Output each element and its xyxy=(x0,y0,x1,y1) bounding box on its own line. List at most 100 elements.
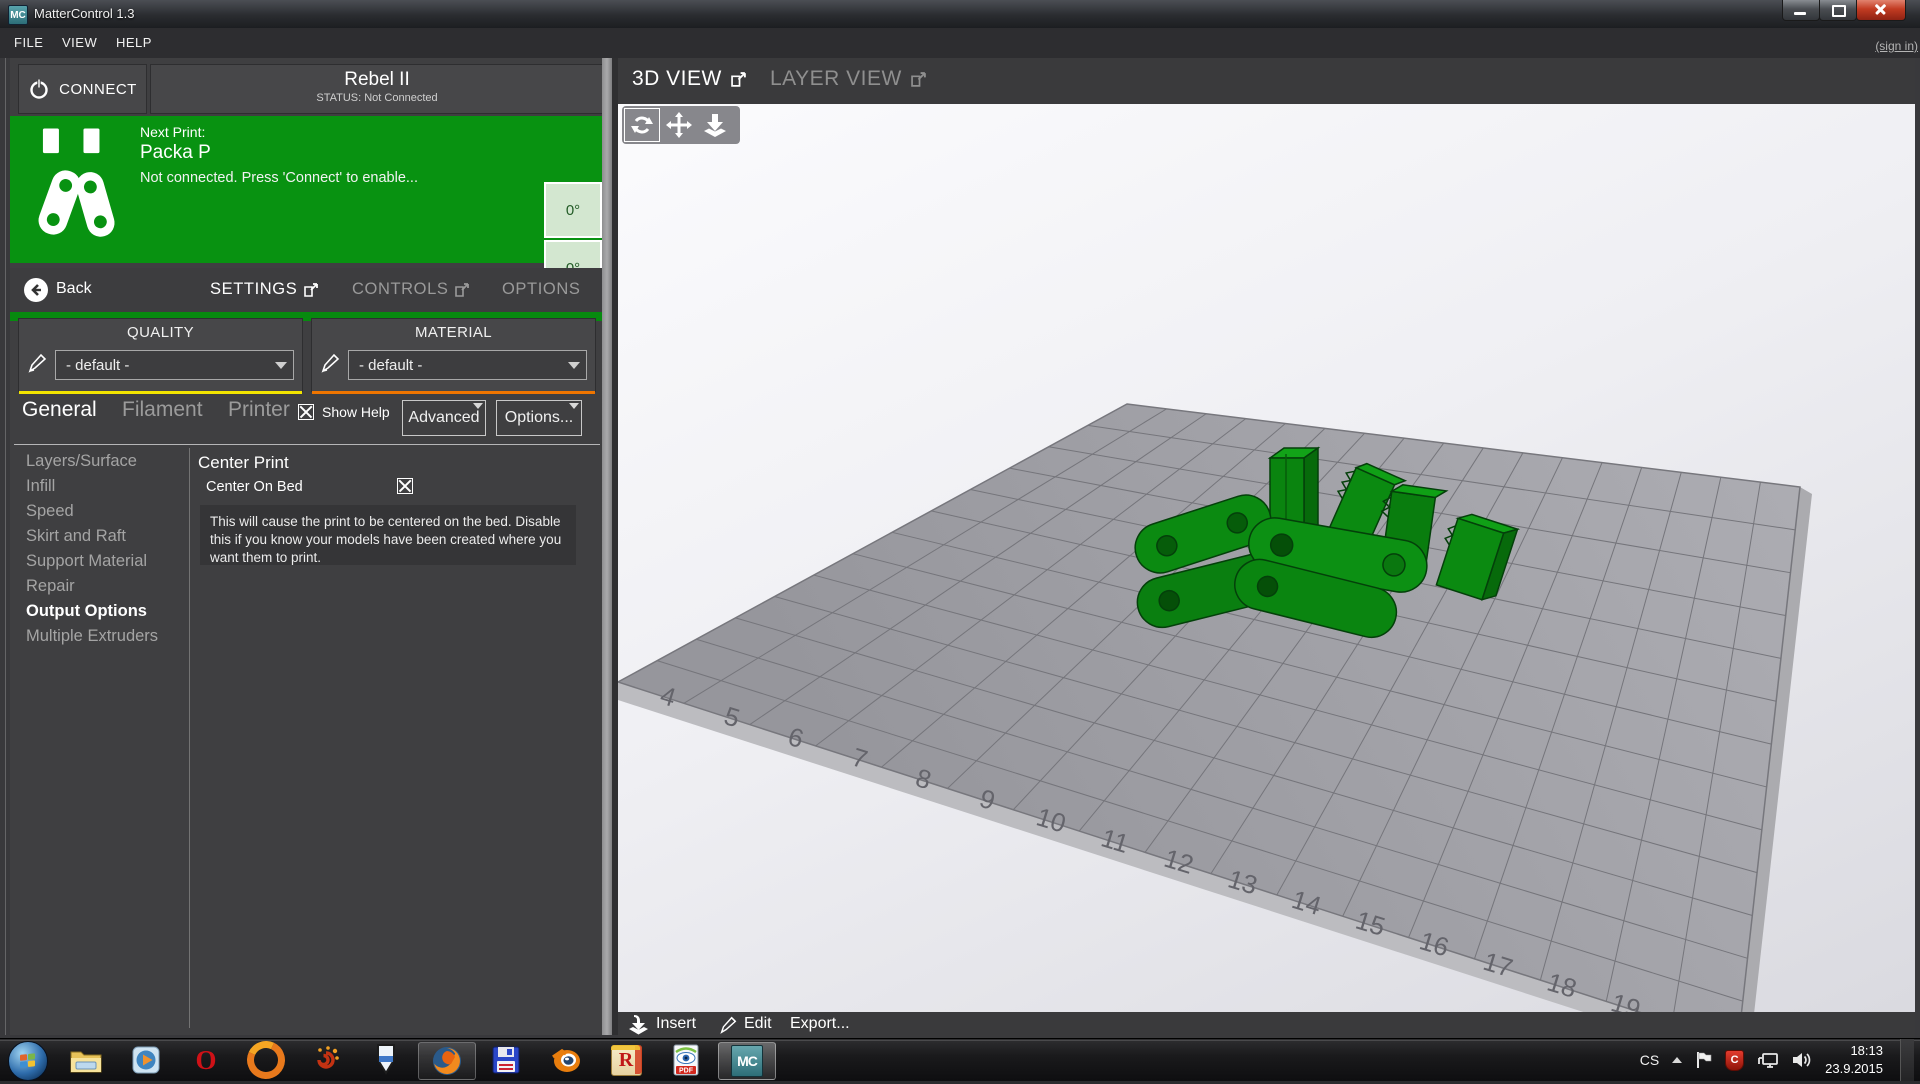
options-button[interactable]: Options... xyxy=(496,400,582,436)
edit-pencil-icon[interactable] xyxy=(27,352,47,374)
next-print-name: Packa P xyxy=(140,142,211,164)
windows-flag-icon xyxy=(20,1053,36,1069)
next-print-panel: Next Print: Packa P Not connected. Press… xyxy=(10,116,602,263)
dropdown-corner-icon xyxy=(473,403,483,409)
quality-title: QUALITY xyxy=(19,324,302,341)
repetier-cube-icon: R xyxy=(611,1045,642,1076)
rotate-tool-button[interactable] xyxy=(624,108,660,142)
show-help-label[interactable]: Show Help xyxy=(322,404,390,420)
chevron-down-icon xyxy=(568,362,580,369)
clock[interactable]: 18:13 23.9.2015 xyxy=(1825,1042,1883,1077)
sidebar-item-output-options[interactable]: Output Options xyxy=(26,602,186,627)
blender-icon xyxy=(550,1044,582,1076)
external-link-icon xyxy=(911,72,927,87)
close-button[interactable] xyxy=(1856,0,1906,21)
tab-controls[interactable]: CONTROLS xyxy=(352,280,470,299)
taskbar-app-media-player[interactable] xyxy=(118,1042,174,1078)
quality-preset: QUALITY - default - xyxy=(18,318,303,392)
panel-nav-bar: Back SETTINGS CONTROLS OPTIONS xyxy=(10,268,602,312)
setting-help-text: This will cause the print to be centered… xyxy=(200,505,576,565)
pdf-viewer-icon: PDF xyxy=(672,1044,700,1076)
move-tool-button[interactable] xyxy=(662,109,696,141)
menu-bar: FILE VIEW HELP (sign in) xyxy=(0,28,1920,59)
power-icon xyxy=(28,78,50,100)
network-icon[interactable] xyxy=(1757,1051,1779,1069)
scene-3d[interactable]: 4567891011121314151617181920 xyxy=(618,104,1915,1012)
sidebar-item-repair[interactable]: Repair xyxy=(26,577,186,602)
insert-icon[interactable] xyxy=(628,1014,654,1036)
tab-options[interactable]: OPTIONS xyxy=(502,280,580,299)
menu-help[interactable]: HELP xyxy=(116,35,152,50)
maximize-button[interactable] xyxy=(1819,0,1857,21)
quality-dropdown[interactable]: - default - xyxy=(55,350,294,380)
advanced-button[interactable]: Advanced xyxy=(402,400,486,436)
taskbar-app-floppy[interactable] xyxy=(478,1042,534,1078)
sign-in-link[interactable]: (sign in) xyxy=(1875,39,1918,53)
sidebar-item-multiple-extruders[interactable]: Multiple Extruders xyxy=(26,627,186,652)
window-border-left xyxy=(5,58,6,1035)
printer-selector[interactable]: Rebel II STATUS: Not Connected xyxy=(150,64,604,114)
taskbar-app-blender[interactable] xyxy=(538,1042,594,1078)
show-help-checkbox[interactable] xyxy=(298,404,314,425)
tray-date: 23.9.2015 xyxy=(1825,1060,1883,1078)
taskbar-app-mattercontrol[interactable]: MC xyxy=(718,1042,776,1080)
sidebar-item-skirt-raft[interactable]: Skirt and Raft xyxy=(26,527,186,552)
sidebar-item-support[interactable]: Support Material xyxy=(26,552,186,577)
center-on-bed-checkbox[interactable] xyxy=(397,478,413,499)
material-title: MATERIAL xyxy=(312,324,595,341)
panel-splitter[interactable] xyxy=(602,58,612,1035)
sidebar-item-speed[interactable]: Speed xyxy=(26,502,186,527)
action-center-flag-icon[interactable] xyxy=(1695,1051,1712,1069)
material-preset: MATERIAL - default - xyxy=(311,318,596,392)
sidebar-item-infill[interactable]: Infill xyxy=(26,477,186,502)
language-indicator[interactable]: CS xyxy=(1640,1052,1659,1068)
printer-name: Rebel II xyxy=(151,69,603,91)
swirl-viewer-icon xyxy=(311,1045,341,1075)
back-arrow-icon xyxy=(29,283,43,297)
minimize-button[interactable] xyxy=(1782,0,1820,21)
view-3d-panel: 3D VIEW LAYER VIEW xyxy=(618,58,1915,1038)
tab-3d-view[interactable]: 3D VIEW xyxy=(632,67,747,91)
connect-button[interactable]: CONNECT xyxy=(18,64,147,114)
external-link-icon xyxy=(455,283,470,297)
scene-actions-bar: Insert Edit Export... xyxy=(618,1012,1915,1038)
back-label[interactable]: Back xyxy=(56,280,92,298)
tab-printer[interactable]: Printer xyxy=(228,398,290,422)
export-button[interactable]: Export... xyxy=(790,1015,850,1033)
firefox-icon xyxy=(431,1045,463,1077)
tab-filament[interactable]: Filament xyxy=(122,398,203,422)
taskbar-app-ring[interactable] xyxy=(238,1042,294,1078)
taskbar-app-image-viewer[interactable] xyxy=(298,1042,354,1078)
connection-message: Not connected. Press 'Connect' to enable… xyxy=(140,170,418,186)
print-bed: 4567891011121314151617181920 xyxy=(618,104,1915,1012)
material-dropdown[interactable]: - default - xyxy=(348,350,587,380)
back-button[interactable] xyxy=(24,278,48,302)
taskbar-app-repetier[interactable]: R xyxy=(598,1042,654,1078)
menu-file[interactable]: FILE xyxy=(14,35,43,50)
taskbar: O xyxy=(0,1038,1920,1081)
start-button[interactable] xyxy=(8,1041,48,1081)
mattercontrol-icon: MC xyxy=(731,1045,763,1077)
menu-view[interactable]: VIEW xyxy=(62,35,97,50)
edit-pencil-icon[interactable] xyxy=(320,352,340,374)
taskbar-app-firefox[interactable] xyxy=(418,1042,476,1080)
volume-icon[interactable] xyxy=(1792,1051,1812,1069)
extruder-temp-indicator[interactable]: 0° xyxy=(544,182,602,238)
hidden-icons-button[interactable] xyxy=(1672,1057,1682,1063)
taskbar-app-pdf-viewer[interactable]: PDF xyxy=(658,1042,714,1078)
tab-layer-view[interactable]: LAYER VIEW xyxy=(770,67,927,91)
taskbar-app-opera[interactable]: O xyxy=(178,1042,234,1078)
antivirus-shield-icon[interactable]: C xyxy=(1725,1050,1744,1071)
tab-general[interactable]: General xyxy=(22,398,97,422)
tab-settings[interactable]: SETTINGS xyxy=(210,280,319,299)
taskbar-app-windows-explorer[interactable] xyxy=(58,1042,114,1078)
setting-label: Center On Bed xyxy=(206,479,303,495)
taskbar-app-pin[interactable] xyxy=(358,1042,414,1078)
edit-pencil-icon[interactable] xyxy=(718,1015,738,1035)
edit-button[interactable]: Edit xyxy=(744,1015,772,1033)
scale-tool-button[interactable] xyxy=(698,109,732,141)
show-desktop-button[interactable] xyxy=(1900,1039,1914,1081)
printer-panel: CONNECT Rebel II STATUS: Not Connected xyxy=(10,58,602,1035)
insert-button[interactable]: Insert xyxy=(656,1015,696,1033)
sidebar-item-layers-surface[interactable]: Layers/Surface xyxy=(26,452,186,477)
